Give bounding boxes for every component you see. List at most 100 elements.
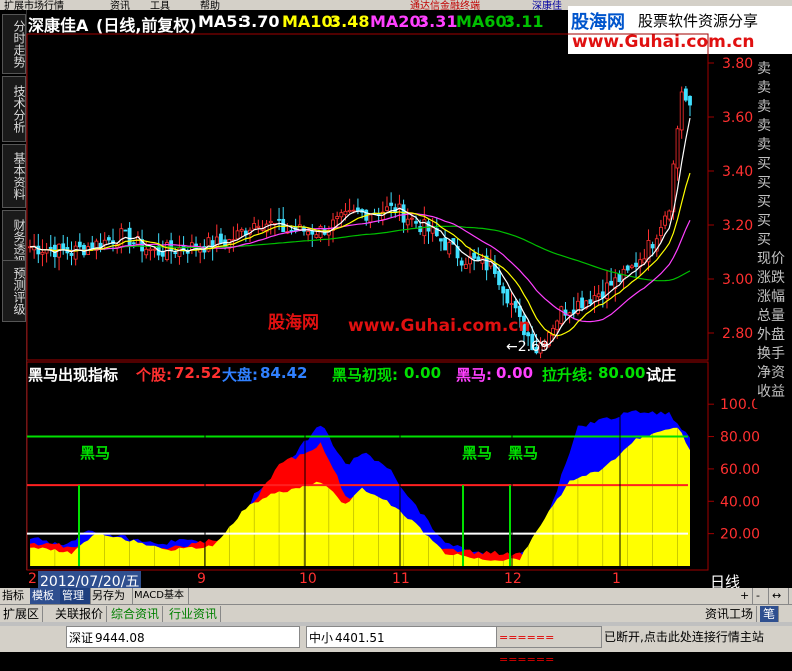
candle-body bbox=[663, 215, 667, 226]
candle-body bbox=[173, 252, 178, 255]
sme-index-label: 中小 bbox=[309, 631, 334, 645]
tab-manage[interactable]: 管理 bbox=[60, 588, 91, 604]
lift-line-value: 80.00 bbox=[598, 364, 646, 382]
candle-body bbox=[144, 248, 149, 256]
candle-body bbox=[555, 320, 560, 331]
candle-body bbox=[675, 128, 680, 169]
sme-index-value: 4401.51 bbox=[335, 631, 385, 645]
candle-body bbox=[501, 286, 506, 294]
candle-body bbox=[343, 210, 348, 216]
quote-panel-label: 现价 bbox=[757, 251, 785, 267]
candle-body bbox=[596, 293, 601, 298]
candle-body bbox=[36, 245, 41, 255]
tab-general-news[interactable]: 综合资讯 bbox=[108, 606, 164, 622]
quote-panel-label: 收益 bbox=[757, 384, 785, 400]
candle-body bbox=[580, 297, 584, 309]
candle-body bbox=[235, 230, 240, 240]
market-label: 大盘: bbox=[222, 366, 258, 384]
candle-body bbox=[127, 227, 132, 247]
tab-save-as[interactable]: 另存为 bbox=[90, 588, 133, 604]
candle-body bbox=[268, 220, 273, 224]
indicator-axis-label: 20.00 bbox=[720, 527, 760, 543]
tab-industry-news[interactable]: 行业资讯 bbox=[166, 606, 222, 622]
candle-body bbox=[152, 248, 157, 251]
sz-index-label: 深证 bbox=[69, 631, 94, 645]
candle-body bbox=[310, 230, 315, 235]
month-label: 9 bbox=[197, 571, 206, 587]
candle-body bbox=[617, 273, 622, 283]
quote-panel-label: 外盘 bbox=[757, 327, 785, 343]
candle-body bbox=[102, 239, 107, 246]
horse-mark: 黑马 bbox=[462, 444, 493, 462]
candle-body bbox=[405, 218, 410, 226]
quote-panel-label: 买 bbox=[757, 156, 771, 172]
candle-body bbox=[629, 265, 634, 269]
market-value: 84.42 bbox=[260, 364, 308, 382]
horse-mark: 黑马 bbox=[508, 444, 539, 462]
sz-index-box: 深证 9444.08 bbox=[66, 626, 300, 648]
candle-body bbox=[219, 233, 223, 244]
horse-value: 0.00 bbox=[496, 364, 534, 382]
tab-info-factory[interactable]: 资讯工场 bbox=[702, 606, 758, 622]
ticker-dots: ====== ====== bbox=[499, 631, 555, 666]
candle-body bbox=[497, 270, 501, 286]
candle-body bbox=[401, 204, 406, 223]
watermark-brand: 股海网 bbox=[268, 313, 319, 333]
indicator-axis-label: 60.00 bbox=[720, 462, 760, 478]
candle-body bbox=[588, 299, 593, 304]
candle-body bbox=[77, 241, 82, 248]
quote-panel-label: 买 bbox=[757, 232, 771, 248]
candle-body bbox=[177, 247, 182, 257]
low-price-label: ←2.69 bbox=[506, 339, 549, 355]
zoom-in-button[interactable]: + bbox=[738, 588, 753, 604]
candle-body bbox=[335, 216, 340, 220]
quote-panel-label: 买 bbox=[757, 194, 771, 210]
candle-body bbox=[389, 202, 394, 206]
price-axis-label: 3.60 bbox=[722, 110, 753, 126]
candle-body bbox=[650, 244, 655, 249]
candle-body bbox=[430, 227, 435, 234]
candle-body bbox=[505, 288, 510, 304]
ma10-line bbox=[29, 172, 691, 337]
time-axis: 2 2012/07/20/五 9 10 11 12 1 bbox=[26, 571, 756, 590]
candle-body bbox=[239, 229, 244, 232]
candle-body bbox=[339, 212, 344, 218]
sme-index-box: 中小 4401.51 bbox=[306, 626, 498, 648]
candle-body bbox=[683, 88, 688, 101]
candle-body bbox=[281, 218, 286, 233]
stock-label: 个股: bbox=[136, 366, 172, 384]
tab-template[interactable]: 模板 bbox=[30, 588, 61, 604]
horse-mark: 黑马 bbox=[80, 444, 111, 462]
tab-macd[interactable]: MACD基本 bbox=[132, 588, 189, 604]
candle-body bbox=[351, 209, 356, 212]
quote-panel: 卖卖卖卖卖买买买买买现价 涨跌 涨幅 总量 外盘 换手 净资 收益 bbox=[755, 58, 792, 408]
price-axis-label: 3.00 bbox=[722, 272, 753, 288]
quote-panel-label: 涨跌 bbox=[757, 270, 785, 286]
price-axis-label: 3.40 bbox=[722, 164, 753, 180]
watermark-url: www.Guhai.com.cn bbox=[348, 316, 531, 336]
zoom-out-button[interactable]: - bbox=[754, 588, 769, 604]
candle-body bbox=[592, 295, 597, 302]
quote-panel-label: 净资 bbox=[757, 365, 785, 381]
tab-extension[interactable]: 扩展区 bbox=[0, 606, 44, 622]
time-axis-first: 2 bbox=[28, 571, 37, 587]
candle-body bbox=[306, 230, 311, 236]
indicator-axis-label: 80.00 bbox=[720, 430, 760, 446]
tab-pen[interactable]: 笔 bbox=[760, 606, 780, 622]
candle-body bbox=[148, 248, 153, 251]
price-pane-border bbox=[26, 33, 709, 361]
candle-body bbox=[513, 301, 518, 309]
tab-related-quotes[interactable]: 关联报价 bbox=[52, 606, 108, 622]
horse-label: 黑马: bbox=[456, 366, 492, 384]
candle-body bbox=[439, 238, 443, 242]
candle-body bbox=[314, 234, 319, 238]
candle-body bbox=[368, 214, 373, 223]
tab-indicator[interactable]: 指标 bbox=[0, 588, 31, 604]
pan-button[interactable]: ↔ bbox=[770, 588, 789, 604]
candle-body bbox=[447, 242, 452, 255]
candle-body bbox=[277, 218, 281, 221]
trial-label: 试庄 bbox=[646, 366, 677, 384]
candle-body bbox=[472, 252, 477, 259]
candle-body bbox=[61, 243, 66, 250]
connection-status[interactable]: 已断开,点击此处连接行情主站 bbox=[604, 626, 764, 650]
